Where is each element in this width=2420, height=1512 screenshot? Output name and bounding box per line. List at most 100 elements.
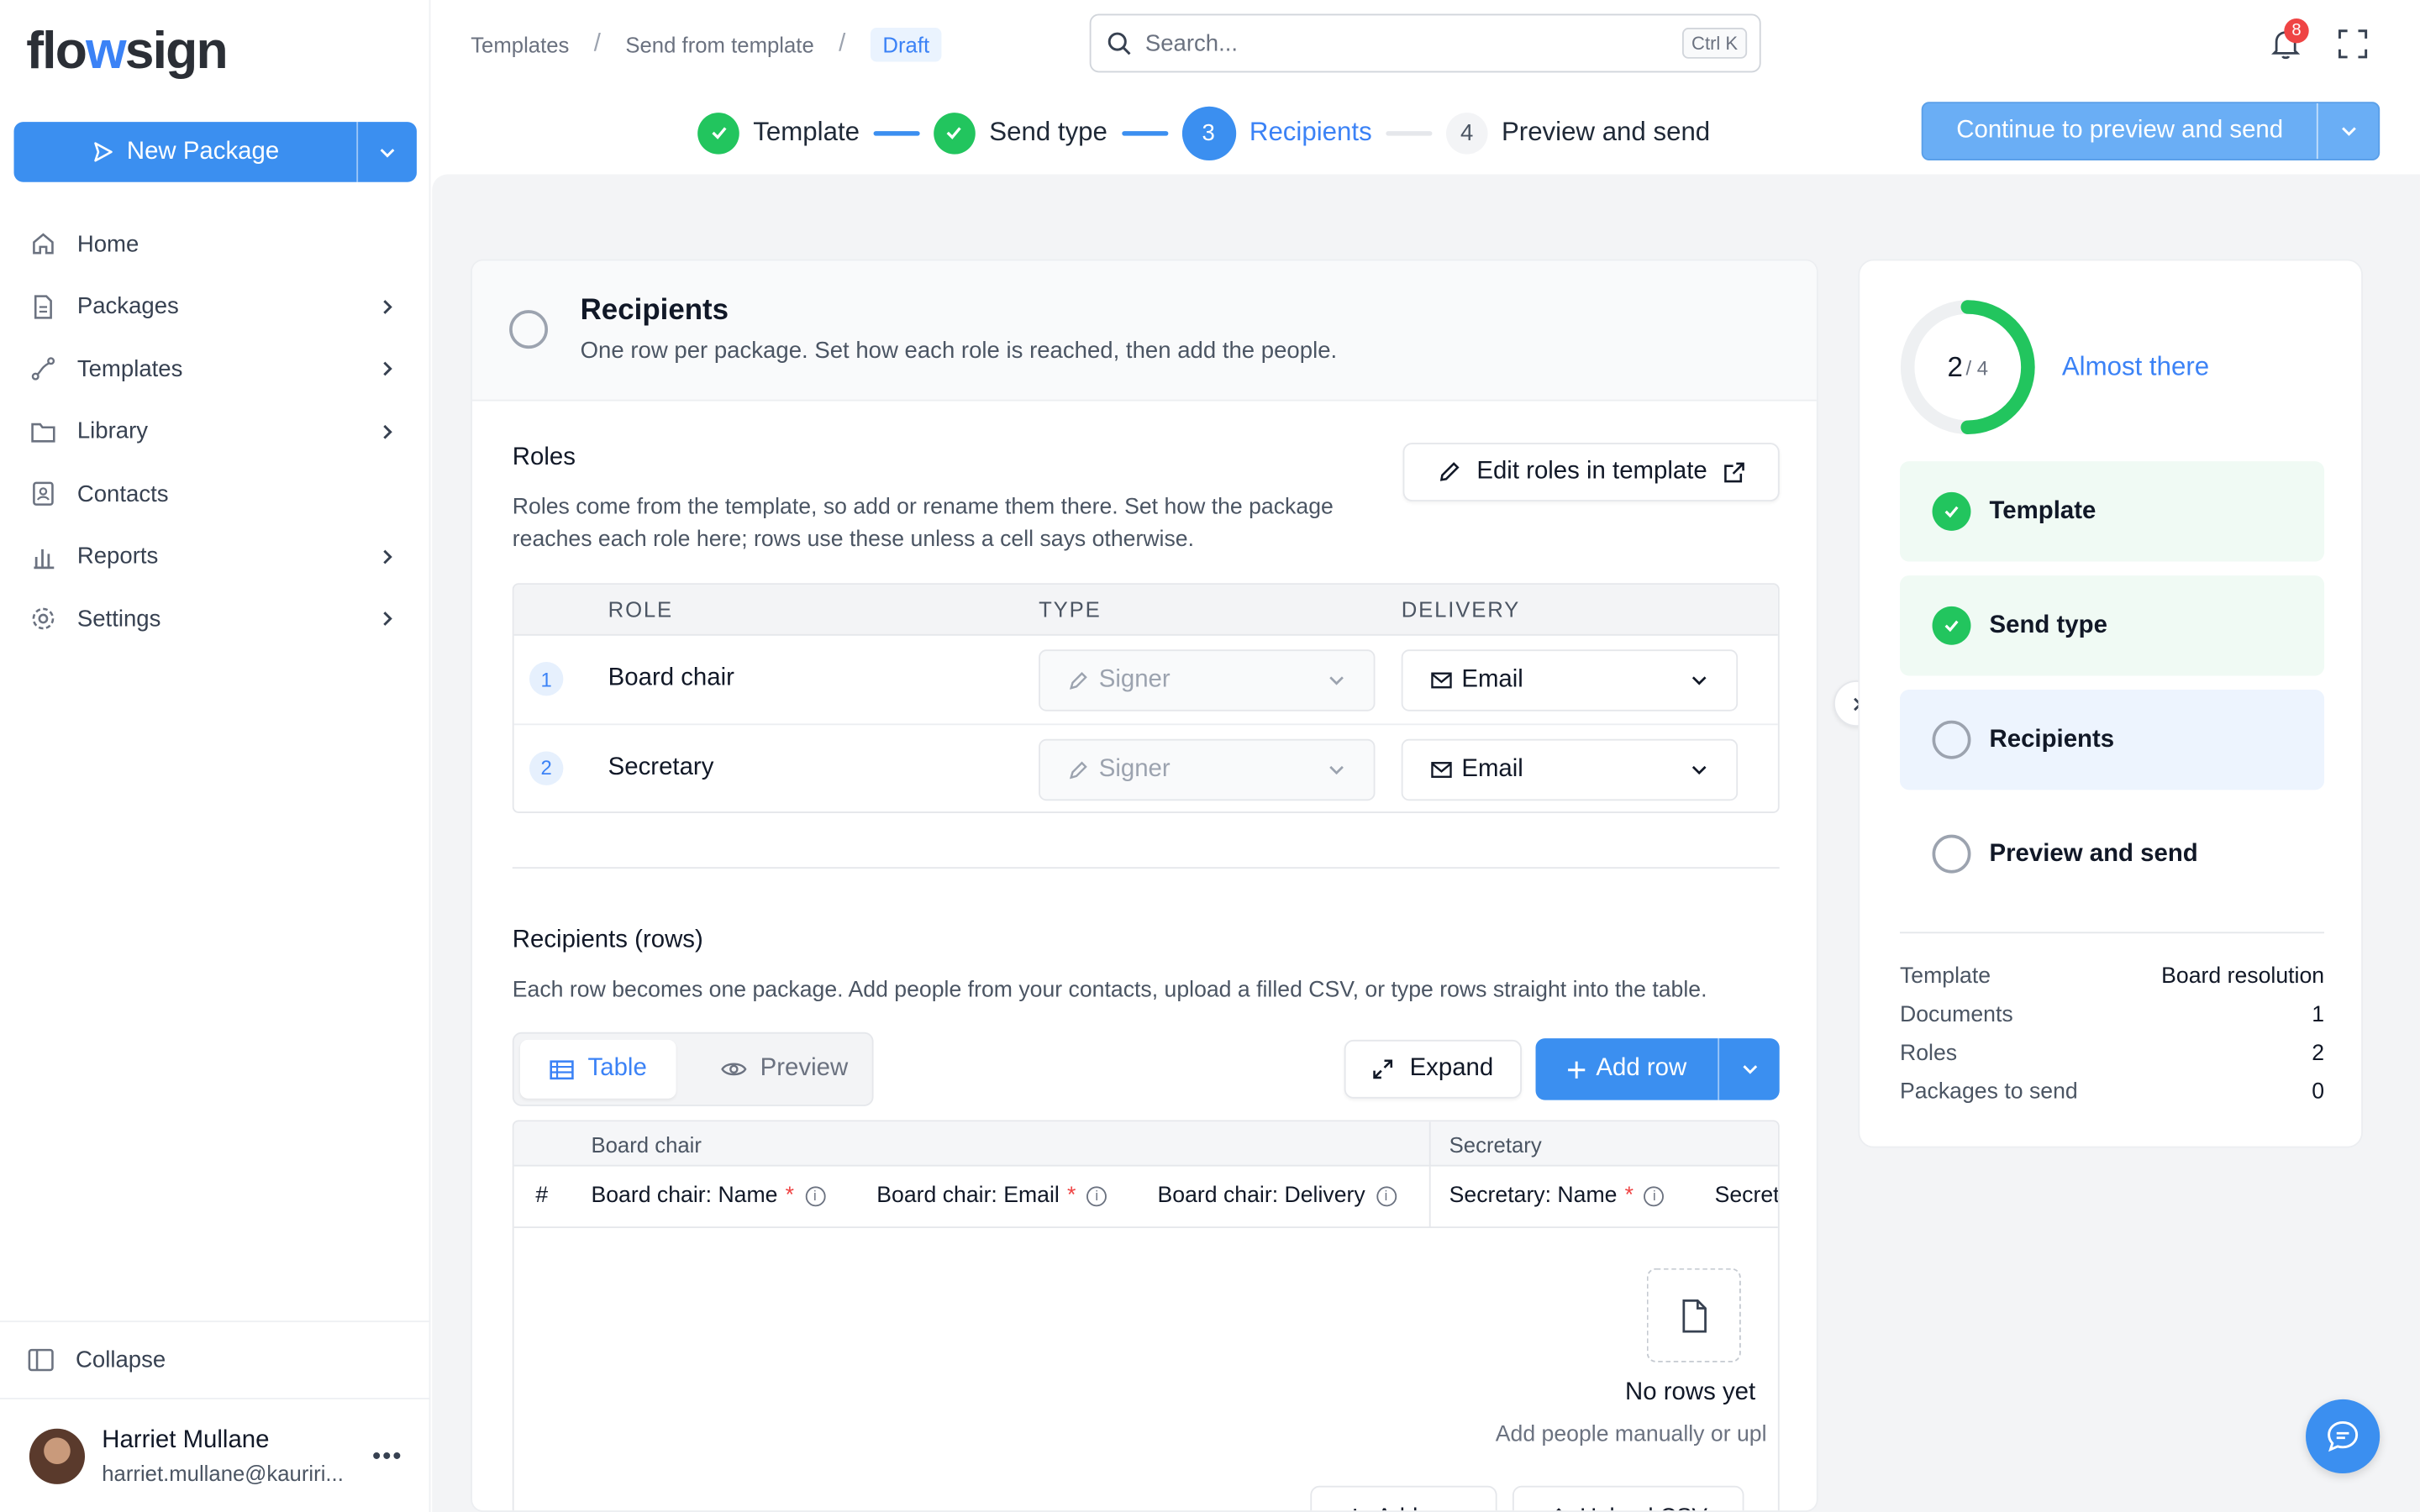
check-circle-icon	[934, 112, 976, 154]
collapse-sidebar-button[interactable]: Collapse	[0, 1320, 431, 1399]
sidebar-item-reports[interactable]: Reports	[0, 525, 430, 587]
chevron-right-icon	[383, 424, 392, 439]
search-shortcut: Ctrl K	[1682, 28, 1748, 59]
roles-title: Roles	[512, 444, 576, 471]
role-delivery-select[interactable]: Email	[1401, 649, 1739, 711]
panel-step-send-type[interactable]: Send type	[1899, 575, 2325, 676]
empty-circle-icon	[1932, 834, 1971, 874]
check-circle-icon	[1932, 491, 1971, 531]
breadcrumb-templates[interactable]: Templates	[471, 33, 569, 57]
group-board-chair: Board chair	[591, 1132, 702, 1158]
breadcrumb-draft: Draft	[870, 28, 942, 62]
expand-button[interactable]: Expand	[1344, 1039, 1522, 1099]
step-send-type[interactable]: Send type	[934, 112, 1107, 154]
eye-icon	[720, 1063, 746, 1076]
new-package-label: New Package	[126, 138, 280, 165]
check-circle-icon	[1932, 606, 1971, 645]
role-number-badge: 1	[529, 661, 564, 696]
continue-menu-button[interactable]	[2316, 103, 2378, 160]
user-profile[interactable]: Harriet Mullane harriet.mullane@kauriri.…	[0, 1401, 430, 1512]
panel-step-recipients[interactable]: Recipients	[1899, 690, 2325, 790]
roles-description: Roles come from the template, so add or …	[512, 495, 1334, 553]
chevron-down-icon	[380, 148, 395, 157]
step-connector	[1121, 130, 1168, 135]
upload-csv-button[interactable]: Upload CSV	[1512, 1485, 1744, 1511]
search-icon	[1107, 31, 1131, 55]
column-header-board-chair-name[interactable]: Board chair: Name * i	[591, 1183, 825, 1209]
new-package-button-group: New Package	[13, 122, 417, 182]
folder-icon	[28, 416, 59, 447]
step-status-circle-icon	[509, 310, 549, 349]
route-icon	[28, 354, 59, 385]
breadcrumb-send-from-template[interactable]: Send from template	[625, 33, 813, 57]
sidebar-nav: Home Packages Templates Library Contacts	[0, 213, 430, 650]
info-icon: i	[804, 1185, 825, 1206]
step-preview-and-send[interactable]: 4 Preview and send	[1445, 112, 1710, 154]
chat-support-button[interactable]	[2306, 1399, 2381, 1474]
section-divider	[512, 867, 1780, 869]
app-logo[interactable]: flowsign	[26, 22, 228, 82]
fullscreen-button[interactable]	[2338, 29, 2368, 66]
summary-template: Template Board resolution	[1899, 963, 2325, 990]
role-type-select[interactable]: Signer	[1039, 738, 1376, 801]
role-delivery-select[interactable]: Email	[1401, 738, 1739, 801]
role-name: Board chair	[608, 664, 734, 691]
plus-icon	[1568, 1060, 1586, 1078]
panel-step-template[interactable]: Template	[1899, 461, 2325, 562]
table-icon	[550, 1059, 574, 1079]
tab-table[interactable]: Table	[519, 1039, 676, 1099]
breadcrumb: Templates / Send from template / Draft	[471, 26, 942, 63]
sidebar-item-packages[interactable]: Packages	[0, 276, 430, 338]
sidebar-item-contacts[interactable]: Contacts	[0, 463, 430, 525]
column-header-board-chair-email[interactable]: Board chair: Email * i	[876, 1184, 1107, 1208]
sidebar-item-templates[interactable]: Templates	[0, 338, 430, 400]
continue-to-preview-button[interactable]: Continue to preview and send	[1923, 118, 2317, 145]
step-template[interactable]: Template	[697, 112, 860, 154]
edit-roles-in-template-button[interactable]: Edit roles in template	[1402, 443, 1780, 501]
panel-step-preview-and-send[interactable]: Preview and send	[1900, 804, 2324, 904]
recipients-card: Recipients One row per package. Set how …	[471, 259, 1818, 1512]
add-row-menu-button[interactable]	[1718, 1038, 1779, 1100]
group-secretary: Secretary	[1449, 1132, 1542, 1158]
new-package-menu-button[interactable]	[356, 122, 417, 182]
sidebar-item-settings[interactable]: Settings	[0, 588, 430, 650]
search-input[interactable]: Search... Ctrl K	[1089, 13, 1761, 73]
signature-pen-icon	[1069, 760, 1087, 779]
user-email: harriet.mullane@kauriri...	[102, 1461, 344, 1486]
sidebar-item-home[interactable]: Home	[0, 213, 430, 275]
role-type-select[interactable]: Signer	[1039, 649, 1376, 711]
info-icon: i	[1376, 1185, 1397, 1206]
more-options-icon[interactable]: •••	[372, 1444, 402, 1472]
new-package-button[interactable]: New Package	[14, 122, 357, 182]
empty-add-row-button[interactable]: Add row	[1310, 1485, 1497, 1511]
role-number-badge: 2	[529, 750, 564, 785]
step-connector	[1386, 130, 1433, 135]
column-header-type: TYPE	[1039, 596, 1102, 622]
column-header-secretary-name[interactable]: Secretary: Name * i	[1449, 1184, 1665, 1208]
tab-preview[interactable]: Preview	[707, 1040, 861, 1099]
summary-packages-to-send: Packages to send 0	[1899, 1079, 2325, 1105]
recipients-rows-title: Recipients (rows)	[512, 927, 703, 954]
recipients-card-header: Recipients One row per package. Set how …	[472, 260, 1817, 402]
column-header-secretary-truncated[interactable]: Secret	[1715, 1184, 1778, 1208]
chevron-down-icon	[1691, 764, 1707, 774]
signature-pen-icon	[1069, 672, 1087, 690]
table-row: 2 Secretary Signer Email	[514, 724, 1778, 811]
notifications-button[interactable]: 8	[2270, 18, 2309, 68]
sidebar: flowsign New Package Home Packages Templ…	[0, 0, 431, 1512]
info-icon: i	[1644, 1185, 1665, 1206]
step-number: 4	[1445, 112, 1488, 154]
chevron-down-icon	[1329, 764, 1344, 774]
summary-roles: Roles 2	[1899, 1041, 2325, 1067]
sidebar-item-library[interactable]: Library	[0, 401, 430, 463]
required-marker: *	[1624, 1183, 1634, 1209]
summary-documents: Documents 1	[1899, 1002, 2325, 1028]
column-header-index: #	[535, 1183, 549, 1209]
panel-divider	[1899, 932, 2325, 934]
progress-done: 2	[1947, 350, 1963, 382]
add-row-button[interactable]: Add row	[1536, 1038, 1718, 1100]
step-recipients[interactable]: 3 Recipients	[1181, 105, 1372, 160]
column-header-board-chair-delivery[interactable]: Board chair: Delivery i	[1158, 1184, 1397, 1208]
mail-icon	[1431, 761, 1452, 778]
required-marker: *	[785, 1183, 795, 1209]
